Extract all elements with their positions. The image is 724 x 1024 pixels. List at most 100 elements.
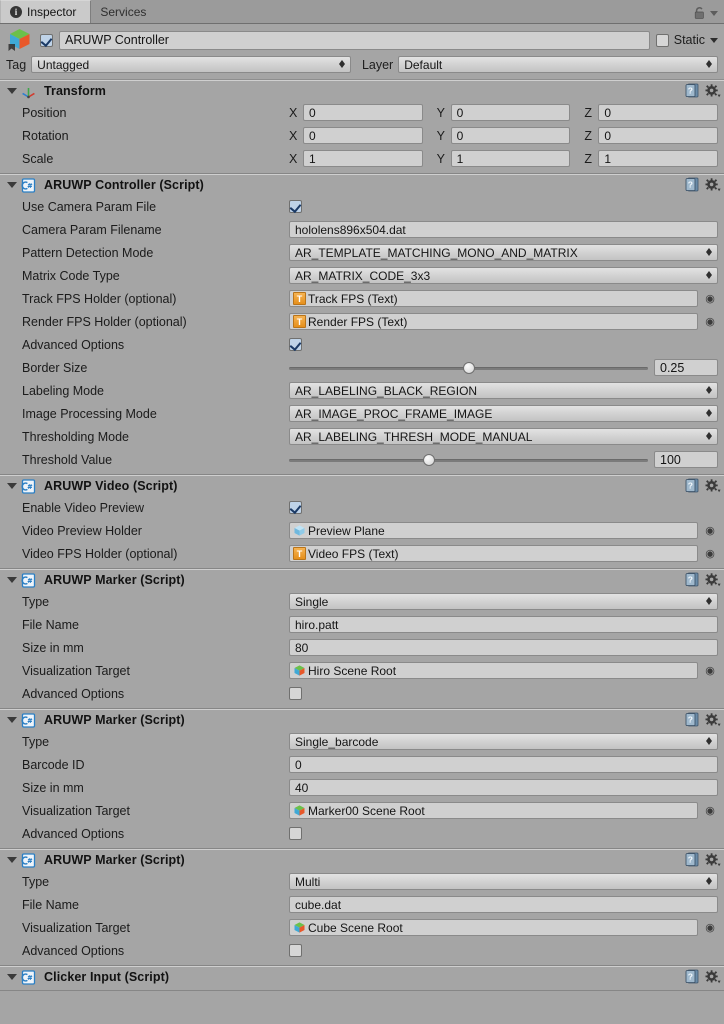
- help-book-icon[interactable]: ?: [685, 712, 699, 727]
- component-header[interactable]: ARUWP Marker (Script) ?: [0, 570, 724, 590]
- property-row: Visualization Target Hiro Scene Root ◉: [0, 659, 724, 682]
- property-label: Barcode ID: [22, 757, 85, 772]
- object-reference-field[interactable]: T Track FPS (Text): [289, 290, 698, 307]
- vector3-y-input[interactable]: 0: [450, 127, 571, 144]
- object-reference-field[interactable]: Marker00 Scene Root: [289, 802, 698, 819]
- property-control: [289, 944, 718, 957]
- foldout-triangle-icon[interactable]: [7, 182, 17, 188]
- help-book-icon[interactable]: ?: [685, 572, 699, 587]
- property-row: Rotation X0Y0Z0: [0, 124, 724, 147]
- foldout-triangle-icon[interactable]: [7, 577, 17, 583]
- vector3-z-input[interactable]: 0: [598, 104, 719, 121]
- property-text-input[interactable]: cube.dat: [289, 896, 718, 913]
- property-text-input[interactable]: 0: [289, 756, 718, 773]
- property-text-input[interactable]: 80: [289, 639, 718, 656]
- property-label: Visualization Target: [22, 803, 130, 818]
- help-book-icon[interactable]: ?: [685, 852, 699, 867]
- property-control: Hiro Scene Root ◉: [289, 662, 718, 679]
- gear-icon[interactable]: [705, 969, 721, 984]
- component-header[interactable]: ARUWP Controller (Script) ?: [0, 175, 724, 195]
- gear-icon[interactable]: [705, 177, 721, 192]
- property-checkbox[interactable]: [289, 501, 302, 514]
- help-book-icon[interactable]: ?: [685, 177, 699, 192]
- property-row: Video Preview Holder Preview Plane ◉: [0, 519, 724, 542]
- property-number-input[interactable]: 0.25: [654, 359, 718, 376]
- object-reference-field[interactable]: T Video FPS (Text): [289, 545, 698, 562]
- property-dropdown[interactable]: AR_MATRIX_CODE_3x3: [289, 267, 718, 284]
- property-dropdown[interactable]: AR_TEMPLATE_MATCHING_MONO_AND_MATRIX: [289, 244, 718, 261]
- foldout-triangle-icon[interactable]: [7, 974, 17, 980]
- property-text-input[interactable]: hololens896x504.dat: [289, 221, 718, 238]
- component-header[interactable]: ARUWP Marker (Script) ?: [0, 710, 724, 730]
- component-header[interactable]: ARUWP Video (Script) ?: [0, 476, 724, 496]
- slider-knob[interactable]: [423, 453, 435, 466]
- object-reference-field[interactable]: Hiro Scene Root: [289, 662, 698, 679]
- component-header[interactable]: Transform ?: [0, 81, 724, 101]
- component-header[interactable]: ARUWP Marker (Script) ?: [0, 850, 724, 870]
- object-picker-icon[interactable]: ◉: [702, 547, 718, 560]
- gear-icon[interactable]: [705, 478, 721, 493]
- gear-icon[interactable]: [705, 572, 721, 587]
- object-reference-field[interactable]: Preview Plane: [289, 522, 698, 539]
- prefab-cube-icon[interactable]: [6, 26, 34, 54]
- tab-services[interactable]: Services: [91, 0, 160, 23]
- property-number-input[interactable]: 100: [654, 451, 718, 468]
- object-picker-icon[interactable]: ◉: [702, 315, 718, 328]
- vector3-x-input[interactable]: 1: [303, 150, 423, 167]
- vector3-y-input[interactable]: 0: [450, 104, 571, 121]
- vector3-z-input[interactable]: 1: [598, 150, 719, 167]
- property-slider[interactable]: [289, 361, 648, 375]
- layer-dropdown[interactable]: Default: [398, 56, 718, 73]
- property-checkbox[interactable]: [289, 944, 302, 957]
- object-reference-field[interactable]: Cube Scene Root: [289, 919, 698, 936]
- gameobject-name-input[interactable]: ARUWP Controller: [59, 30, 650, 50]
- component-header[interactable]: Clicker Input (Script) ?: [0, 967, 724, 987]
- property-text-input[interactable]: hiro.patt: [289, 616, 718, 633]
- foldout-triangle-icon[interactable]: [7, 857, 17, 863]
- gear-icon[interactable]: [705, 712, 721, 727]
- tab-inspector[interactable]: i Inspector: [0, 0, 92, 23]
- object-picker-icon[interactable]: ◉: [702, 664, 718, 677]
- property-dropdown[interactable]: Single_barcode: [289, 733, 718, 750]
- property-dropdown[interactable]: AR_LABELING_THRESH_MODE_MANUAL: [289, 428, 718, 445]
- property-dropdown[interactable]: AR_IMAGE_PROC_FRAME_IMAGE: [289, 405, 718, 422]
- vector3-z-input[interactable]: 0: [598, 127, 719, 144]
- chevron-down-icon[interactable]: [710, 10, 718, 16]
- property-checkbox[interactable]: [289, 827, 302, 840]
- slider-knob[interactable]: [462, 361, 475, 374]
- foldout-triangle-icon[interactable]: [7, 483, 17, 489]
- help-book-icon[interactable]: ?: [685, 83, 699, 98]
- help-book-icon[interactable]: ?: [685, 478, 699, 493]
- property-dropdown[interactable]: Single: [289, 593, 718, 610]
- property-text-input[interactable]: 40: [289, 779, 718, 796]
- object-reference-field[interactable]: T Render FPS (Text): [289, 313, 698, 330]
- object-picker-icon[interactable]: ◉: [702, 292, 718, 305]
- padlock-icon[interactable]: [693, 6, 706, 20]
- csharp-script-icon: [21, 478, 36, 494]
- help-book-icon[interactable]: ?: [685, 969, 699, 984]
- property-checkbox[interactable]: [289, 338, 302, 351]
- object-picker-icon[interactable]: ◉: [702, 921, 718, 934]
- property-row: Size in mm 40: [0, 776, 724, 799]
- gear-icon[interactable]: [705, 83, 721, 98]
- property-checkbox[interactable]: [289, 687, 302, 700]
- foldout-triangle-icon[interactable]: [7, 88, 17, 94]
- object-picker-icon[interactable]: ◉: [702, 804, 718, 817]
- property-control: AR_IMAGE_PROC_FRAME_IMAGE: [289, 405, 718, 422]
- vector3-x-input[interactable]: 0: [303, 127, 423, 144]
- static-dropdown-chevron-icon[interactable]: [710, 37, 718, 43]
- vector3-x-input[interactable]: 0: [303, 104, 423, 121]
- property-row: Scale X1Y1Z1: [0, 147, 724, 170]
- property-dropdown[interactable]: Multi: [289, 873, 718, 890]
- property-slider[interactable]: [289, 453, 648, 467]
- property-checkbox[interactable]: [289, 200, 302, 213]
- gameobject-enabled-checkbox[interactable]: [40, 33, 53, 47]
- property-row: Advanced Options: [0, 333, 724, 356]
- gear-icon[interactable]: [705, 852, 721, 867]
- vector3-y-input[interactable]: 1: [450, 150, 571, 167]
- object-picker-icon[interactable]: ◉: [702, 524, 718, 537]
- static-checkbox[interactable]: [655, 33, 669, 47]
- property-dropdown[interactable]: AR_LABELING_BLACK_REGION: [289, 382, 718, 399]
- tag-dropdown[interactable]: Untagged: [31, 56, 351, 73]
- foldout-triangle-icon[interactable]: [7, 717, 17, 723]
